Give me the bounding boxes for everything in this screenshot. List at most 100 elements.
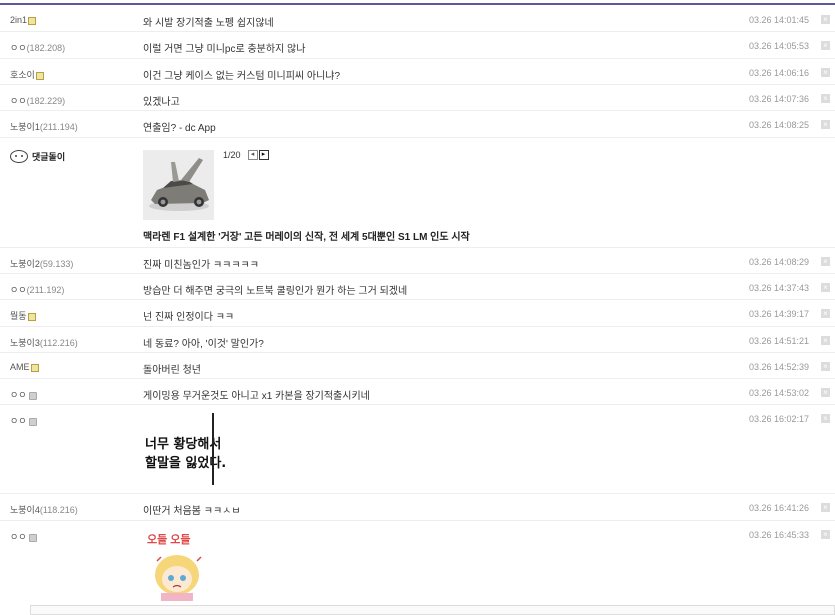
comment-author[interactable]: ㅇㅇ [10,414,37,427]
comment-row: 노붕이4 (118.216) 이딴거 처음봄 ㅋㅋㅅㅂ 03.26 16:41:2… [0,494,835,521]
comment-row: 뭘동 넌 진짜 인정이다 ㅋㅋ 03.26 14:39:17 × [0,300,835,327]
author-nick[interactable]: 뭘동 [10,309,27,322]
comment-row: ㅇㅇ (211.192) 방습만 더 해주면 궁극의 노트북 쿨링인가 뭔가 하는… [0,274,835,300]
comment-date: 03.26 14:52:39 [748,362,809,372]
author-nick[interactable]: ㅇㅇ [10,41,27,54]
anonymous-icon [28,417,37,426]
author-ip: (118.216) [39,504,78,515]
comment-author[interactable]: 호소이 [10,68,44,81]
delete-icon[interactable]: × [821,257,830,266]
comment-text: 와 시발 장기적출 노펭 쉽지않네 [143,18,274,29]
comment-author[interactable]: 뭘동 [10,309,36,322]
author-ip: (182.229) [26,95,66,106]
author-nick[interactable]: ㅇㅇ [10,283,27,296]
comment-row-sticker: ㅇㅇ 오들 오들 03.26 16:45:33 × [0,521,835,609]
comment-author[interactable]: 2in1 [10,15,37,25]
comment-author[interactable]: ㅇㅇ (182.229) [10,94,65,107]
comment-date: 03.26 14:07:36 [748,94,809,104]
comment-row: AME 돌아버린 청년 03.26 14:52:39 × [0,353,835,379]
delete-icon[interactable]: × [821,336,830,345]
author-nick[interactable]: 노붕이4 [10,503,40,516]
comment-author[interactable]: 노붕이2 (59.133) [10,257,73,270]
author-ip: (59.133) [39,258,74,269]
delete-icon[interactable]: × [821,503,830,512]
comment-author[interactable]: ㅇㅇ [10,530,37,543]
delete-icon[interactable]: × [821,94,830,103]
prev-button[interactable]: ◂ [247,150,258,160]
delete-icon[interactable]: × [821,414,830,423]
top-border [0,3,835,5]
author-nick[interactable]: 노붕이3 [10,336,40,349]
comment-row: 노붕이1 (211.194) 연출임? - dc App 03.26 14:08:… [0,111,835,138]
comment-author[interactable]: 노붕이1 (211.194) [10,120,78,133]
author-nick[interactable]: AME [10,362,30,372]
author-nick[interactable]: ㅇㅇ [10,414,27,427]
comment-text: 네 동료? 아아, '이것' 말인가? [143,339,264,350]
comment-row: ㅇㅇ (182.208) 이럴 거면 그냥 미니pc로 충분하지 않나 03.26… [0,32,835,59]
image-pager: 1/20 ◂ ▸ [223,150,269,160]
car-image[interactable] [143,150,214,220]
comment-date: 03.26 14:06:16 [748,68,809,78]
author-nick[interactable]: 2in1 [10,15,27,25]
gallog-icon[interactable] [30,364,39,372]
gallog-icon[interactable] [35,71,44,80]
delete-icon[interactable]: × [821,362,830,371]
comment-row: ㅇㅇ 게이밍용 무거운것도 아니고 x1 카본을 장기적출시키네 03.26 1… [0,379,835,405]
meme-text-line: 할말을 잃었다. [145,456,227,471]
comment-input-box[interactable] [30,605,835,615]
comment-date: 03.26 14:53:02 [748,388,809,398]
comment-date: 03.26 14:01:45 [748,15,809,25]
author-ip: (112.216) [39,337,78,348]
delete-icon[interactable]: × [821,530,830,539]
comment-date: 03.26 14:08:25 [748,120,809,130]
author-ip: (211.194) [39,121,78,132]
comment-text: 연출임? - dc App [143,123,216,134]
author-nick[interactable]: ㅇㅇ [10,94,27,107]
delete-icon[interactable]: × [821,68,830,77]
author-nick[interactable]: 호소이 [10,68,35,81]
delete-icon[interactable]: × [821,388,830,397]
comment-author[interactable]: ㅇㅇ (182.208) [10,41,65,54]
comment-author[interactable]: ㅇㅇ (211.192) [10,283,64,296]
comment-text: 이건 그냥 케이스 없는 커스텀 미니피씨 아니냐? [143,71,341,82]
author-ip: (182.208) [26,42,66,53]
comment-date: 03.26 16:45:33 [748,530,809,540]
news-title-link[interactable]: 맥라렌 F1 설계한 '거장' 고든 머레이의 신작, 전 세계 5대뿐인 S1… [143,228,470,243]
bot-name: 댓글돌이 [32,152,66,162]
bot-author: 댓글돌이 [10,150,65,163]
delete-icon[interactable]: × [821,41,830,50]
comment-text: 있겠나고 [143,97,180,108]
comment-author[interactable]: AME [10,362,39,372]
comment-text: 이럴 거면 그냥 미니pc로 충분하지 않나 [143,44,306,55]
author-ip: (211.192) [26,284,65,295]
comment-author[interactable]: 노붕이3 (112.216) [10,336,78,349]
delete-icon[interactable]: × [821,283,830,292]
delete-icon[interactable]: × [821,15,830,24]
gallog-icon[interactable] [28,17,37,25]
author-nick[interactable]: 노붕이2 [10,257,40,270]
comment-date: 03.26 14:05:53 [748,41,809,51]
comment-date: 03.26 14:39:17 [748,309,809,319]
author-nick[interactable]: ㅇㅇ [10,530,27,543]
anonymous-icon [28,533,37,542]
author-nick[interactable]: 노붕이1 [10,120,40,133]
comment-list: 2in1 와 시발 장기적출 노펭 쉽지않네 03.26 14:01:45 × … [0,6,835,609]
meme-image[interactable]: 너무 황당해서 할말을 잃었다. [143,413,226,485]
comment-date: 03.26 14:51:21 [748,336,809,346]
comment-date: 03.26 14:08:29 [748,257,809,267]
comment-row: 노붕이3 (112.216) 네 동료? 아아, '이것' 말인가? 03.26 … [0,327,835,353]
comment-row: 호소이 이건 그냥 케이스 없는 커스텀 미니피씨 아니냐? 03.26 14:… [0,59,835,85]
comment-row: 2in1 와 시발 장기적출 노펭 쉽지않네 03.26 14:01:45 × [0,6,835,32]
news-bot-row: 댓글돌이 1/20 ◂ ▸ 맥라렌 F1 설계한 '거장' 고든 머레이의 신작… [0,138,835,248]
author-nick[interactable]: ㅇㅇ [10,388,27,401]
next-button[interactable]: ▸ [258,150,269,160]
delete-icon[interactable]: × [821,309,830,318]
comment-author[interactable]: ㅇㅇ [10,388,37,401]
gallog-icon[interactable] [27,312,36,321]
delete-icon[interactable]: × [821,120,830,129]
comment-row: ㅇㅇ (182.229) 있겠나고 03.26 14:07:36 × [0,85,835,111]
sticker-image[interactable]: 오들 오들 [143,531,215,601]
comment-date: 03.26 14:37:43 [748,283,809,293]
comment-author[interactable]: 노붕이4 (118.216) [10,503,78,516]
car-illustration [143,150,214,220]
